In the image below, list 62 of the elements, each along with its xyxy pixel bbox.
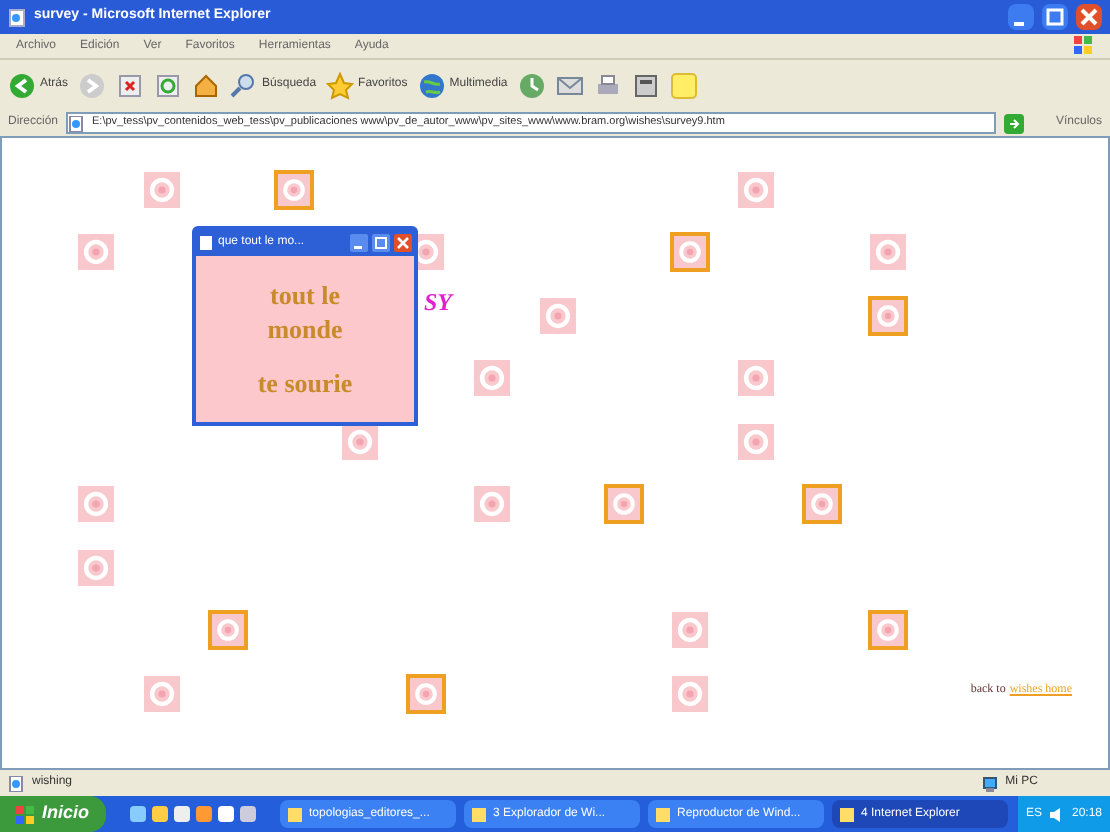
circle-tile bbox=[735, 421, 775, 462]
envelope-icon bbox=[555, 71, 584, 99]
printer-icon bbox=[593, 71, 622, 99]
framed-circle-tile bbox=[801, 484, 841, 525]
framed-circle-tile bbox=[867, 610, 907, 651]
page-icon bbox=[198, 234, 214, 252]
clock-icon bbox=[517, 71, 546, 99]
page-icon bbox=[68, 115, 85, 131]
framed-circle-tile bbox=[273, 169, 313, 210]
circle-tile bbox=[75, 484, 115, 525]
speaker-icon bbox=[1049, 807, 1064, 821]
circle-tile bbox=[669, 610, 709, 651]
start-button[interactable]: Inicio bbox=[0, 796, 106, 832]
note-icon bbox=[669, 71, 698, 99]
print-button[interactable] bbox=[593, 71, 622, 99]
close-icon[interactable] bbox=[1076, 4, 1102, 30]
circle-tile bbox=[141, 169, 181, 210]
page-icon bbox=[8, 7, 26, 27]
window-icon bbox=[471, 807, 486, 821]
stop-icon bbox=[116, 71, 145, 99]
circle-tile bbox=[735, 358, 775, 399]
window-icon bbox=[839, 807, 854, 821]
circle-tile bbox=[141, 673, 181, 714]
framed-circle-tile bbox=[207, 610, 247, 651]
close-icon bbox=[394, 234, 412, 252]
window-icon bbox=[287, 807, 302, 821]
framed-circle-tile bbox=[669, 232, 709, 273]
maximize-icon[interactable] bbox=[1042, 4, 1068, 30]
maximize-icon bbox=[372, 234, 390, 252]
windows-flag-icon bbox=[1074, 36, 1094, 56]
document-icon bbox=[631, 71, 660, 99]
edit-button[interactable] bbox=[631, 71, 660, 99]
circle-tile bbox=[471, 358, 511, 399]
refresh-icon bbox=[154, 71, 183, 99]
circle-tile bbox=[537, 295, 577, 336]
circle-tile bbox=[867, 232, 907, 273]
page-icon bbox=[8, 775, 24, 791]
windows-flag-icon bbox=[16, 805, 34, 823]
minimize-icon bbox=[350, 234, 368, 252]
minimize-icon[interactable] bbox=[1008, 4, 1034, 30]
mail-button[interactable] bbox=[555, 71, 584, 99]
popup-text: monde bbox=[267, 312, 343, 346]
popup-text: tout le bbox=[269, 278, 341, 312]
circle-tile bbox=[75, 232, 115, 273]
framed-circle-tile bbox=[867, 295, 907, 336]
circle-tile bbox=[75, 547, 115, 588]
home-button[interactable] bbox=[192, 71, 221, 99]
refresh-button[interactable] bbox=[154, 71, 183, 99]
framed-circle-tile bbox=[405, 673, 445, 714]
popup-text: te sourie bbox=[257, 366, 353, 400]
star-icon bbox=[326, 71, 355, 99]
home-icon bbox=[192, 71, 221, 99]
circle-tile bbox=[735, 169, 775, 210]
history-button[interactable] bbox=[517, 71, 546, 99]
globe-icon bbox=[417, 71, 446, 99]
circle-tile bbox=[669, 673, 709, 714]
search-icon bbox=[230, 71, 259, 99]
circle-tile bbox=[471, 484, 511, 525]
stop-button[interactable] bbox=[116, 71, 145, 99]
framed-circle-tile bbox=[603, 484, 643, 525]
computer-icon bbox=[981, 775, 998, 791]
window-icon bbox=[655, 807, 670, 821]
